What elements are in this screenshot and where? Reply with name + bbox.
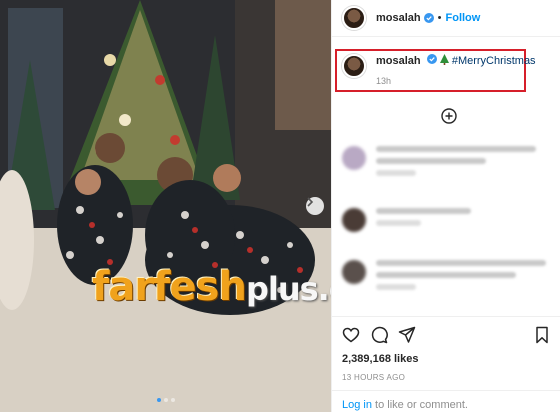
verified-badge-icon bbox=[426, 54, 437, 64]
comment-item bbox=[342, 146, 536, 182]
avatar bbox=[342, 260, 366, 284]
watermark-main: farfesh bbox=[92, 264, 247, 310]
post-actions: 2,389,168 likes 13 HOURS AGO Log in to l… bbox=[332, 316, 560, 412]
comment-item bbox=[342, 260, 546, 296]
paper-plane-icon[interactable] bbox=[398, 326, 416, 344]
carousel-dot bbox=[157, 398, 161, 402]
avatar[interactable] bbox=[342, 6, 366, 30]
christmas-tree-icon bbox=[439, 54, 449, 65]
avatar bbox=[342, 208, 366, 232]
likes-count[interactable]: 2,389,168 likes bbox=[342, 353, 418, 365]
bookmark-icon[interactable] bbox=[533, 326, 551, 344]
login-prompt-text: to like or comment. bbox=[371, 399, 468, 411]
caption-avatar[interactable] bbox=[342, 54, 366, 78]
carousel-dot bbox=[164, 398, 168, 402]
caption-time: 13h bbox=[376, 76, 392, 86]
post-header: mosalah • Follow bbox=[332, 0, 560, 37]
plus-circle-icon[interactable] bbox=[441, 108, 457, 124]
chevron-right-icon bbox=[307, 197, 314, 207]
caption: mosalah #MerryChristmas 13h bbox=[342, 54, 536, 88]
post-sidebar: mosalah • Follow mosalah #MerryChristmas… bbox=[331, 0, 560, 412]
next-photo-button[interactable] bbox=[306, 197, 324, 215]
login-link[interactable]: Log in bbox=[342, 399, 372, 411]
carousel-dots bbox=[157, 398, 175, 402]
avatar bbox=[342, 146, 366, 170]
separator: • bbox=[437, 12, 442, 24]
login-prompt: Log in to like or comment. bbox=[332, 390, 560, 412]
caption-username[interactable]: mosalah bbox=[376, 55, 421, 67]
caption-text: mosalah #MerryChristmas 13h bbox=[376, 54, 536, 88]
comment-item bbox=[342, 208, 471, 232]
username-link[interactable]: mosalah bbox=[376, 12, 421, 24]
watermark: farfeshplus.com bbox=[92, 264, 331, 310]
post-timestamp: 13 HOURS AGO bbox=[342, 373, 406, 382]
hashtag-link[interactable]: #MerryChristmas bbox=[452, 55, 536, 67]
post-photo[interactable]: farfeshplus.com bbox=[0, 0, 331, 412]
verified-badge-icon bbox=[423, 13, 434, 23]
comment-icon[interactable] bbox=[370, 326, 388, 344]
follow-button[interactable]: Follow bbox=[446, 12, 481, 24]
heart-icon[interactable] bbox=[342, 326, 360, 344]
watermark-sub: plus.com bbox=[245, 270, 331, 308]
photo-scene bbox=[0, 0, 331, 412]
carousel-dot bbox=[171, 398, 175, 402]
